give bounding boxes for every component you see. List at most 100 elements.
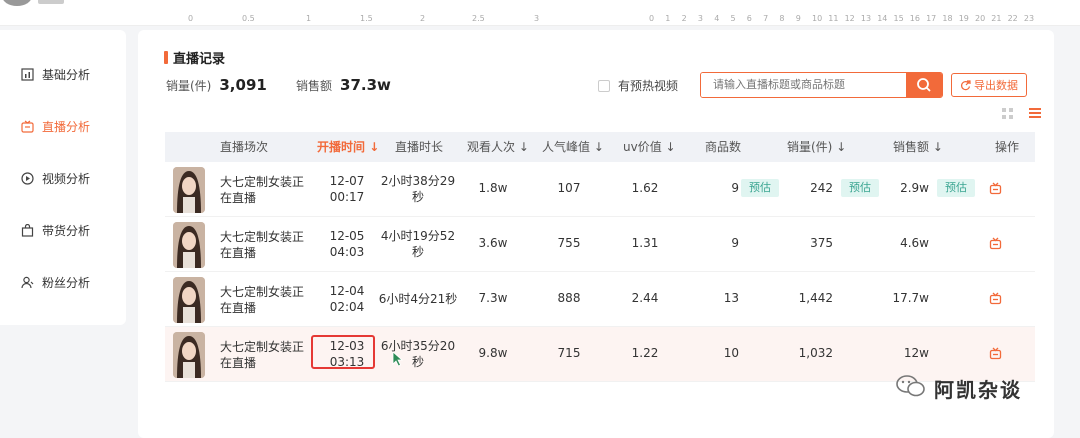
live-records-card: 直播记录 销量(件) 3,091 销售额 37.3w 有预热视频 导出数据 直 — [138, 30, 1054, 438]
revenue: 17.7w — [892, 291, 929, 305]
column-header-sales[interactable]: 销量(件) ↓ — [787, 132, 846, 162]
sidebar-item-label: 直播分析 — [42, 119, 91, 134]
tick-label: 23 — [1023, 14, 1035, 23]
column-header-views[interactable]: 观看人次 ↓ — [467, 132, 529, 162]
export-icon — [960, 79, 971, 91]
tick-label: 3 — [697, 14, 703, 23]
page-title: 直播记录 — [173, 52, 226, 67]
tick-label: 0 — [188, 14, 194, 23]
stat-value: 3,091 — [219, 76, 267, 94]
column-header: 直播时长 — [395, 140, 444, 154]
peak-viewers: 888 — [557, 291, 581, 305]
peak-viewers: 107 — [557, 181, 581, 195]
column-header-start-time[interactable]: 开播时间 ↓ — [317, 132, 379, 162]
column-header-uv[interactable]: uv价值 ↓ — [623, 132, 676, 162]
watermark-text: 阿凯杂谈 — [934, 378, 1022, 402]
tick-label: 14 — [877, 14, 888, 23]
table-row[interactable]: 大七定制女装正 在直播 12-04 02:04 6小时4分21秒 7.3w 888 2.44 1… — [165, 272, 1035, 327]
revenue: 4.6w — [900, 236, 929, 250]
tick-label: 1.5 — [360, 14, 373, 23]
preheat-checkbox[interactable] — [598, 79, 610, 92]
preheat-label: 有预热视频 — [618, 79, 679, 93]
column-header: 商品数 — [705, 140, 742, 154]
tick-label: 19 — [958, 14, 969, 23]
view-toggles — [986, 106, 1042, 120]
x-axis-ticks-duration: 0 0.5 1 1.5 2 2.5 3 — [180, 14, 540, 26]
live-tv-icon — [20, 119, 34, 133]
column-header: 直播场次 — [220, 140, 269, 154]
tick-label: 16 — [909, 14, 920, 23]
live-cover-thumbnail[interactable] — [173, 332, 205, 378]
tick-label: 0 — [649, 14, 655, 23]
tick-label: 21 — [991, 14, 1002, 23]
table-row[interactable]: 大七定制女装正 在直播 12-07 00:17 2小时38分29 秒 1.8w 107 1.62… — [165, 162, 1035, 217]
list-view-icon[interactable] — [1028, 106, 1042, 120]
tick-label: 15 — [893, 14, 904, 23]
estimate-tag: 预估 — [937, 179, 975, 197]
sidebar-item-label: 带货分析 — [42, 223, 91, 238]
live-detail-icon[interactable] — [989, 237, 1002, 253]
sidebar-item-label: 基础分析 — [42, 67, 91, 82]
grid-view-icon[interactable] — [1000, 106, 1014, 120]
wechat-icon — [896, 374, 926, 403]
tick-label: 13 — [860, 14, 872, 23]
live-cover-thumbnail[interactable] — [173, 167, 205, 213]
column-header-peak[interactable]: 人气峰值 ↓ — [542, 132, 604, 162]
column-header-revenue[interactable]: 销售额 ↓ — [893, 132, 943, 162]
export-data-button[interactable]: 导出数据 — [951, 73, 1027, 97]
sidebar: 基础分析 直播分析 视频分析 带货分析 粉丝分析 — [0, 30, 126, 325]
avatar — [2, 0, 32, 6]
sidebar-item-live-analysis[interactable]: 直播分析 — [20, 114, 90, 138]
revenue: 2.9w — [900, 181, 929, 195]
live-cover-thumbnail[interactable] — [173, 277, 205, 323]
live-records-table: 直播场次 开播时间 ↓ 直播时长 观看人次 ↓ 人气峰值 ↓ uv价值 ↓ 商品… — [165, 132, 1035, 382]
tick-label: 18 — [942, 14, 953, 23]
tick-label: 17 — [926, 14, 937, 23]
sidebar-item-basic-analysis[interactable]: 基础分析 — [20, 62, 90, 86]
user-icon — [20, 275, 34, 289]
tick-label: 0.5 — [242, 14, 255, 23]
estimate-tag: 预估 — [841, 179, 879, 197]
column-header: 操作 — [995, 140, 1020, 154]
live-title[interactable]: 大七定制女装正 在直播 — [220, 229, 304, 261]
sidebar-item-label: 粉丝分析 — [42, 275, 91, 290]
live-duration: 6小时35分20 秒 — [380, 339, 456, 369]
live-duration: 6小时4分21秒 — [378, 292, 458, 306]
preheat-video-filter[interactable]: 有预热视频 — [598, 77, 678, 94]
play-circle-icon — [20, 171, 34, 185]
uv-value: 1.31 — [631, 236, 659, 250]
tick-label: 11 — [828, 14, 839, 23]
sales-count: 1,442 — [798, 291, 833, 305]
goods-count: 13 — [723, 291, 739, 305]
live-detail-icon[interactable] — [989, 182, 1002, 198]
shopping-bag-icon — [20, 223, 34, 237]
uv-value: 1.22 — [631, 346, 659, 360]
sidebar-item-video-analysis[interactable]: 视频分析 — [20, 166, 90, 190]
live-detail-icon[interactable] — [989, 347, 1002, 363]
peak-viewers: 755 — [557, 236, 581, 250]
revenue: 12w — [903, 346, 929, 360]
search-icon — [917, 78, 931, 92]
start-time: 12-04 02:04 — [329, 284, 365, 314]
live-title[interactable]: 大七定制女装正 在直播 — [220, 174, 304, 206]
live-duration: 2小时38分29 秒 — [380, 174, 456, 204]
live-duration: 4小时19分52 秒 — [380, 229, 456, 259]
live-detail-icon[interactable] — [989, 292, 1002, 308]
live-title[interactable]: 大七定制女装正 在直播 — [220, 339, 304, 371]
top-chart-strip: 0 0.5 1 1.5 2 2.5 3 0 1 2 3 4 5 6 7 8 9 10 11 12 13 14… — [0, 0, 1080, 26]
live-title[interactable]: 大七定制女装正 在直播 — [220, 284, 304, 316]
tick-label: 1 — [665, 14, 671, 23]
account-name-placeholder — [38, 0, 64, 4]
tick-label: 10 — [812, 14, 823, 23]
search-button[interactable] — [906, 73, 942, 97]
sidebar-item-sales-analysis[interactable]: 带货分析 — [20, 218, 90, 242]
search-input[interactable] — [701, 73, 906, 97]
table-body: 大七定制女装正 在直播 12-07 00:17 2小时38分29 秒 1.8w 107 1.62… — [165, 162, 1035, 382]
tick-label: 9 — [795, 14, 801, 23]
tick-label: 6 — [746, 14, 752, 23]
stat-label: 销量(件) — [166, 79, 212, 93]
table-row[interactable]: 大七定制女装正 在直播 12-05 04:03 4小时19分52 秒 3.6w 755 1.31… — [165, 217, 1035, 272]
live-cover-thumbnail[interactable] — [173, 222, 205, 268]
sidebar-item-fans-analysis[interactable]: 粉丝分析 — [20, 270, 90, 294]
views: 1.8w — [478, 181, 508, 195]
